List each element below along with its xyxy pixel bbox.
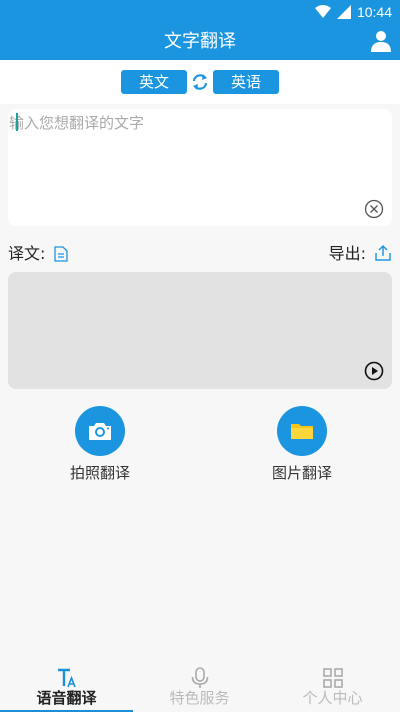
text-translate-icon: [58, 668, 76, 688]
target-language-button[interactable]: 英语: [213, 70, 279, 94]
grid-icon: [323, 668, 343, 688]
nav-voice-translate-label: 语音翻译: [36, 689, 97, 707]
cellular-signal-icon: [336, 5, 351, 19]
status-time: 10:44: [356, 4, 392, 20]
image-translate-icon-circle[interactable]: [277, 406, 327, 456]
camera-icon: [89, 423, 111, 440]
language-bar: 英文 英语: [0, 60, 400, 104]
image-translate-button[interactable]: 图片翻译: [252, 406, 352, 483]
clear-input-icon[interactable]: [364, 199, 384, 219]
app-bar: 文字翻译: [0, 24, 400, 60]
nav-special-services[interactable]: 特色服务: [133, 663, 266, 712]
status-bar: 10:44: [0, 0, 400, 24]
nav-personal-center-label: 个人中心: [302, 689, 363, 707]
nav-voice-translate[interactable]: 语音翻译: [0, 663, 133, 712]
wifi-icon: [314, 5, 331, 18]
photo-translate-button[interactable]: 拍照翻译: [50, 406, 150, 483]
text-cursor: [16, 113, 18, 131]
nav-special-services-label: 特色服务: [169, 689, 230, 707]
export-label: 导出:: [328, 244, 366, 263]
folder-icon: [291, 424, 313, 439]
user-profile-icon[interactable]: [370, 30, 392, 52]
source-language-button[interactable]: 英文: [121, 70, 187, 94]
input-card: [8, 109, 392, 226]
image-translate-label: 图片翻译: [271, 464, 332, 482]
translation-output: [8, 272, 392, 389]
document-icon[interactable]: [54, 246, 68, 262]
page-title: 文字翻译: [164, 31, 236, 52]
play-icon[interactable]: [364, 361, 384, 381]
nav-personal-center[interactable]: 个人中心: [266, 663, 399, 712]
export-icon[interactable]: [374, 244, 392, 262]
status-icons: 10:44: [314, 3, 392, 21]
result-label: 译文:: [8, 244, 46, 263]
translation-input[interactable]: [8, 109, 392, 199]
swap-languages-icon[interactable]: [190, 72, 210, 92]
bottom-nav: 语音翻译 特色服务 个人中心: [0, 663, 400, 712]
photo-translate-icon-circle[interactable]: [75, 406, 125, 456]
result-header: 译文: 导出:: [8, 244, 392, 264]
microphone-icon: [191, 667, 209, 688]
photo-translate-label: 拍照翻译: [69, 464, 130, 482]
